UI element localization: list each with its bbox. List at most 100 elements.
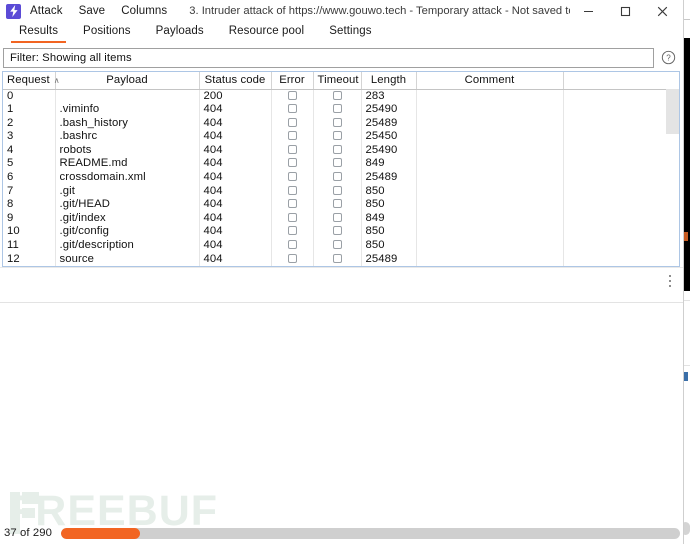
cell-request: 9 (3, 211, 56, 226)
filter-input[interactable]: Filter: Showing all items (3, 47, 654, 68)
cell-error-checkbox[interactable] (287, 104, 297, 114)
cell-timeout[interactable] (313, 89, 362, 104)
cell-timeout[interactable] (313, 184, 362, 199)
cell-timeout-checkbox[interactable] (332, 185, 342, 195)
table-row[interactable]: 8 .git/HEAD 404 850 (3, 198, 679, 212)
tab-positions[interactable]: Positions (72, 22, 142, 41)
cell-error[interactable] (271, 89, 314, 104)
cell-timeout[interactable] (313, 239, 362, 253)
cell-error-checkbox[interactable] (287, 185, 297, 195)
cell-error-checkbox[interactable] (287, 253, 297, 263)
panel-divider[interactable] (0, 267, 683, 295)
cell-error[interactable] (271, 225, 314, 240)
cell-timeout[interactable] (313, 116, 362, 131)
column-header-comment[interactable]: Comment (416, 72, 564, 90)
menu-save[interactable]: Save (79, 5, 106, 17)
cell-timeout-checkbox[interactable] (332, 131, 342, 141)
cell-timeout[interactable] (313, 211, 362, 226)
cell-timeout-checkbox[interactable] (332, 104, 342, 114)
tab-settings[interactable]: Settings (318, 22, 382, 41)
cell-timeout[interactable] (313, 103, 362, 117)
cell-error[interactable] (271, 143, 314, 158)
tab-payloads[interactable]: Payloads (145, 22, 215, 41)
background-dark-strip (683, 38, 690, 291)
table-row[interactable]: 0 200 283 (3, 89, 679, 104)
cell-timeout-checkbox[interactable] (332, 226, 342, 236)
cell-error-checkbox[interactable] (287, 144, 297, 154)
column-header-payload[interactable]: Payload (55, 72, 200, 90)
table-scrollbar-thumb[interactable] (666, 89, 679, 134)
cell-error[interactable] (271, 198, 314, 212)
cell-timeout[interactable] (313, 252, 362, 266)
cell-error[interactable] (271, 103, 314, 117)
cell-status-code: 404 (199, 252, 272, 266)
tab-results[interactable]: Results (8, 22, 69, 43)
table-row[interactable]: 9 .git/index 404 849 (3, 211, 679, 226)
cell-error[interactable] (271, 157, 314, 172)
cell-timeout-checkbox[interactable] (332, 253, 342, 263)
close-button[interactable] (644, 0, 681, 22)
tab-resource-pool[interactable]: Resource pool (218, 22, 315, 41)
cell-timeout-checkbox[interactable] (332, 158, 342, 168)
cell-timeout-checkbox[interactable] (332, 117, 342, 127)
table-row[interactable]: 2 .bash_history 404 25489 (3, 116, 679, 131)
cell-error[interactable] (271, 130, 314, 144)
table-row[interactable]: 1 .viminfo 404 25490 (3, 103, 679, 117)
cell-timeout-checkbox[interactable] (332, 240, 342, 250)
kebab-menu-icon[interactable] (663, 272, 677, 290)
column-header-request[interactable]: Request ∧ (3, 72, 60, 90)
cell-timeout[interactable] (313, 143, 362, 158)
cell-error-checkbox[interactable] (287, 199, 297, 209)
cell-timeout-checkbox[interactable] (332, 172, 342, 182)
cell-timeout[interactable] (313, 171, 362, 185)
cell-timeout-checkbox[interactable] (332, 199, 342, 209)
cell-timeout-checkbox[interactable] (332, 90, 342, 100)
cell-timeout[interactable] (313, 225, 362, 240)
column-header-timeout[interactable]: Timeout (313, 72, 362, 90)
cell-comment (416, 116, 564, 131)
table-row[interactable]: 4 robots 404 25490 (3, 143, 679, 158)
table-vertical-scrollbar[interactable] (666, 89, 679, 266)
cell-request: 4 (3, 143, 56, 158)
table-row[interactable]: 3 .bashrc 404 25450 (3, 130, 679, 144)
cell-error[interactable] (271, 211, 314, 226)
table-row[interactable]: 6 crossdomain.xml 404 25489 (3, 171, 679, 185)
cell-error-checkbox[interactable] (287, 117, 297, 127)
cell-timeout[interactable] (313, 198, 362, 212)
column-header-status-code[interactable]: Status code (199, 72, 272, 90)
column-header-error[interactable]: Error (271, 72, 314, 90)
table-row[interactable]: 12 source 404 25489 (3, 252, 679, 266)
cell-error[interactable] (271, 171, 314, 185)
table-row[interactable]: 5 README.md 404 849 (3, 157, 679, 172)
cell-timeout[interactable] (313, 130, 362, 144)
minimize-button[interactable] (570, 0, 607, 22)
attack-progress-bar[interactable] (61, 527, 680, 539)
cell-error-checkbox[interactable] (287, 131, 297, 141)
cell-error-checkbox[interactable] (287, 158, 297, 168)
table-row[interactable]: 7 .git 404 850 (3, 184, 679, 199)
help-circle-icon[interactable]: ? (658, 48, 678, 68)
cell-error-checkbox[interactable] (287, 172, 297, 182)
cell-error-checkbox[interactable] (287, 226, 297, 236)
cell-error-checkbox[interactable] (287, 240, 297, 250)
cell-length: 25489 (361, 252, 417, 266)
cell-error[interactable] (271, 116, 314, 131)
divider-line (0, 267, 683, 268)
cell-comment (416, 130, 564, 144)
cell-error[interactable] (271, 184, 314, 199)
cell-timeout[interactable] (313, 157, 362, 172)
cell-timeout-checkbox[interactable] (332, 144, 342, 154)
menu-attack[interactable]: Attack (30, 5, 63, 17)
table-row[interactable]: 11 .git/description 404 850 (3, 239, 679, 253)
cell-error[interactable] (271, 239, 314, 253)
cell-error[interactable] (271, 252, 314, 266)
column-header-length[interactable]: Length (361, 72, 417, 90)
table-row[interactable]: 10 .git/config 404 850 (3, 225, 679, 240)
maximize-button[interactable] (607, 0, 644, 22)
menu-columns[interactable]: Columns (121, 5, 167, 17)
cell-error-checkbox[interactable] (287, 212, 297, 222)
cell-error-checkbox[interactable] (287, 90, 297, 100)
cell-timeout-checkbox[interactable] (332, 212, 342, 222)
cell-comment (416, 225, 564, 240)
kebab-dot-3 (669, 285, 671, 287)
